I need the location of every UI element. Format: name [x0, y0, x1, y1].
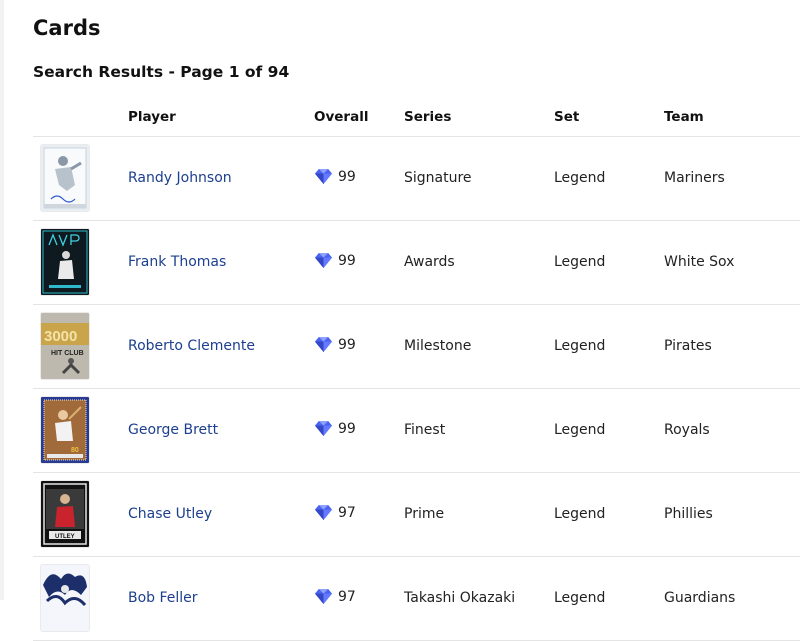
left-rail: [0, 0, 4, 600]
svg-text:80: 80: [71, 447, 79, 454]
team-cell: Pirates: [664, 338, 712, 354]
set-cell: Legend: [554, 422, 606, 438]
overall-rating: 97: [314, 504, 356, 521]
results-heading: Search Results - Page 1 of 94: [33, 63, 290, 81]
series-cell: Awards: [404, 254, 455, 270]
page-title: Cards: [33, 16, 101, 40]
table-row: 80 George Brett 99 Finest Legend Royals: [33, 389, 800, 473]
card-thumbnail[interactable]: 3000 HIT CLUB: [41, 313, 89, 379]
overall-value: 99: [338, 168, 356, 185]
column-header-set[interactable]: Set: [554, 109, 579, 125]
diamond-gem-icon: [315, 588, 332, 605]
diamond-gem-icon: [315, 420, 332, 437]
series-cell: Takashi Okazaki: [404, 590, 516, 606]
team-cell: Mariners: [664, 170, 725, 186]
series-cell: Milestone: [404, 338, 472, 354]
column-header-overall[interactable]: Overall: [314, 109, 368, 125]
overall-rating: 99: [314, 252, 356, 269]
table-row: Frank Thomas 99 Awards Legend White Sox: [33, 221, 800, 305]
player-link[interactable]: George Brett: [128, 422, 218, 438]
overall-rating: 99: [314, 336, 356, 353]
table-row: 3000 HIT CLUB Roberto Clemente 99 Milesto…: [33, 305, 800, 389]
overall-value: 99: [338, 420, 356, 437]
card-thumbnail[interactable]: UTLEY: [41, 481, 89, 547]
overall-value: 99: [338, 336, 356, 353]
card-thumbnail[interactable]: [41, 145, 89, 211]
overall-value: 97: [338, 504, 356, 521]
table-row: Bob Feller 97 Takashi Okazaki Legend Gua…: [33, 557, 800, 641]
team-cell: Royals: [664, 422, 710, 438]
series-cell: Finest: [404, 422, 446, 438]
series-cell: Prime: [404, 506, 445, 522]
set-cell: Legend: [554, 254, 606, 270]
table-header: Player Overall Series Set Team: [33, 100, 800, 137]
player-link[interactable]: Chase Utley: [128, 506, 212, 522]
overall-value: 99: [338, 252, 356, 269]
table-row: Randy Johnson 99 Signature Legend Marine…: [33, 137, 800, 221]
team-cell: White Sox: [664, 254, 735, 270]
team-cell: Guardians: [664, 590, 736, 606]
set-cell: Legend: [554, 170, 606, 186]
svg-text:UTLEY: UTLEY: [55, 534, 75, 540]
diamond-gem-icon: [315, 168, 332, 185]
player-link[interactable]: Frank Thomas: [128, 254, 226, 270]
set-cell: Legend: [554, 590, 606, 606]
column-header-series[interactable]: Series: [404, 109, 451, 125]
overall-rating: 97: [314, 588, 356, 605]
diamond-gem-icon: [315, 252, 332, 269]
table-row: UTLEY Chase Utley 97 Prime Legend Philli…: [33, 473, 800, 557]
overall-value: 97: [338, 588, 356, 605]
series-cell: Signature: [404, 170, 472, 186]
set-cell: Legend: [554, 338, 606, 354]
card-thumbnail[interactable]: 80: [41, 397, 89, 463]
svg-text:HIT CLUB: HIT CLUB: [51, 350, 84, 357]
diamond-gem-icon: [315, 504, 332, 521]
team-cell: Phillies: [664, 506, 713, 522]
svg-text:3000: 3000: [44, 328, 77, 345]
card-thumbnail[interactable]: [41, 565, 89, 631]
cards-table: Player Overall Series Set Team Randy Joh…: [33, 100, 800, 641]
diamond-gem-icon: [315, 336, 332, 353]
column-header-team[interactable]: Team: [664, 109, 704, 125]
overall-rating: 99: [314, 420, 356, 437]
player-link[interactable]: Roberto Clemente: [128, 338, 255, 354]
card-thumbnail[interactable]: [41, 229, 89, 295]
overall-rating: 99: [314, 168, 356, 185]
player-link[interactable]: Randy Johnson: [128, 170, 232, 186]
player-link[interactable]: Bob Feller: [128, 590, 198, 606]
column-header-player[interactable]: Player: [128, 109, 176, 125]
set-cell: Legend: [554, 506, 606, 522]
